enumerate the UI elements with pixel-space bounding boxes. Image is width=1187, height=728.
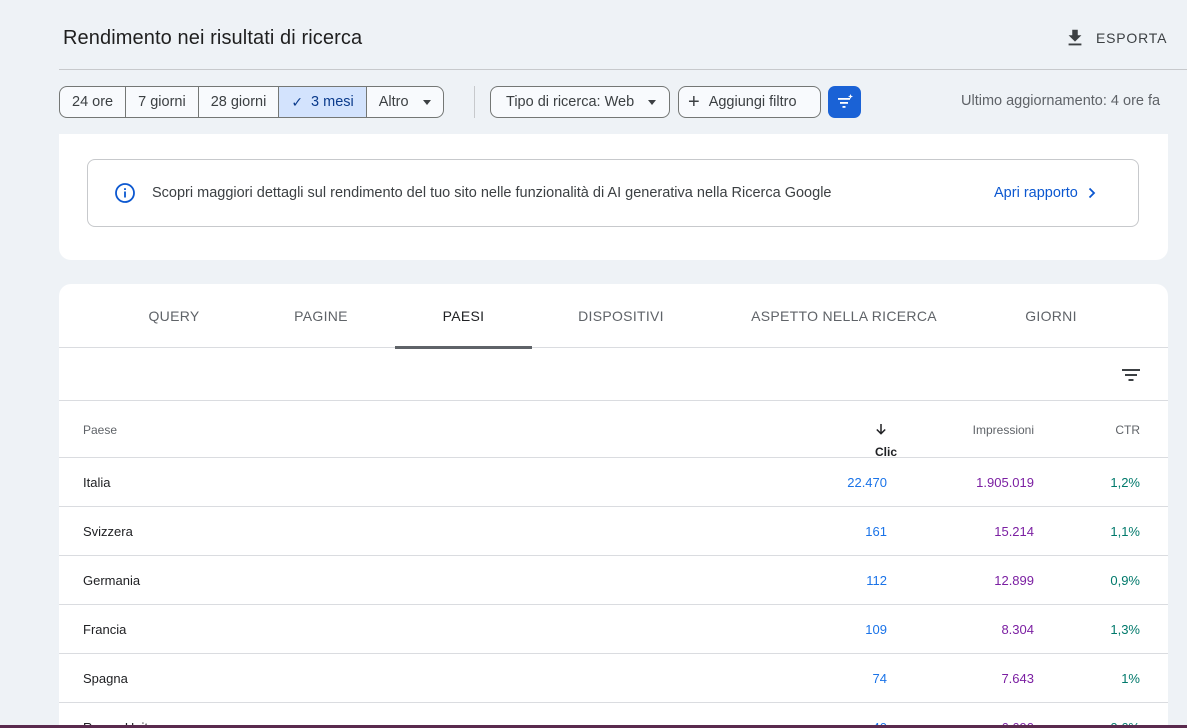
tab-label: GIORNI [1025,308,1077,324]
header-impressions[interactable]: Impressioni [973,423,1034,437]
info-icon [115,183,135,203]
dimensions-card: QUERY PAGINE PAESI DISPOSITIVI ASPETTO N… [59,284,1168,728]
add-filter-label: Aggiungi filtro [708,94,797,110]
banner-text: Scopri maggiori dettagli sul rendimento … [152,185,832,201]
cell-impressions: 15.214 [994,524,1034,539]
tab-label: ASPETTO NELLA RICERCA [751,308,937,324]
cell-clicks: 112 [866,573,887,588]
dropdown-arrow-icon [648,99,657,105]
chevron-right-icon [1088,187,1096,199]
cell-clicks: 22.470 [847,475,887,490]
search-type-dropdown[interactable]: Tipo di ricerca: Web [490,86,670,118]
cell-ctr: 0,9% [1110,573,1140,588]
ai-features-banner: Scopri maggiori dettagli sul rendimento … [87,159,1139,227]
cell-impressions: 8.304 [1001,622,1034,637]
tab-devices[interactable]: DISPOSITIVI [556,284,686,348]
filter-divider [474,86,475,118]
cell-country: Germania [83,573,141,588]
table-row[interactable]: Germania 112 12.899 0,9% [59,556,1168,605]
range-label: Altro [378,94,409,110]
tab-label: PAESI [442,308,485,324]
date-range-selector: 24 ore 7 giorni 28 giorni ✓ 3 mesi Altro [59,86,444,118]
tab-search-appearance[interactable]: ASPETTO NELLA RICERCA [744,284,944,348]
range-label: 28 giorni [210,94,267,110]
header-clicks-label: Clic [875,445,898,459]
cell-country: Spagna [83,671,128,686]
add-filter-button[interactable]: + Aggiungi filtro [678,86,821,118]
tab-pages[interactable]: PAGINE [271,284,371,348]
tab-days[interactable]: GIORNI [1001,284,1101,348]
cell-ctr: 1% [1121,671,1140,686]
search-type-label: Tipo di ricerca: Web [506,94,635,110]
export-label: ESPORTA [1096,30,1168,46]
open-report-label: Apri rapporto [994,185,1078,201]
cell-impressions: 7.643 [1001,671,1034,686]
range-option-3m[interactable]: ✓ 3 mesi [279,87,367,117]
filter-comparison-button[interactable] [828,86,861,118]
range-option-7d[interactable]: 7 giorni [126,87,199,117]
cell-ctr: 1,3% [1110,622,1140,637]
header-ctr[interactable]: CTR [1115,423,1140,437]
table-filter-row [59,348,1168,401]
tab-label: PAGINE [294,308,348,324]
range-label: 7 giorni [138,94,186,110]
plus-icon: + [688,91,700,113]
cell-clicks: 161 [865,524,887,539]
search-console-performance-page: Rendimento nei risultati di ricerca ESPO… [0,0,1187,728]
cell-clicks: 109 [865,622,887,637]
table-row[interactable]: Svizzera 161 15.214 1,1% [59,507,1168,556]
range-label: 24 ore [72,94,114,110]
table-row[interactable]: Spagna 74 7.643 1% [59,654,1168,703]
cell-clicks: 74 [872,671,887,686]
tab-label: DISPOSITIVI [578,308,664,324]
cell-country: Svizzera [83,524,133,539]
cell-impressions: 12.899 [994,573,1034,588]
header-clicks[interactable]: Clic [875,423,897,459]
cell-impressions: 1.905.019 [976,475,1034,490]
check-icon: ✓ [291,93,304,110]
tab-query[interactable]: QUERY [124,284,224,348]
range-option-more[interactable]: Altro [367,87,443,117]
dimension-tabs: QUERY PAGINE PAESI DISPOSITIVI ASPETTO N… [59,284,1168,349]
table-row[interactable]: Francia 109 8.304 1,3% [59,605,1168,654]
export-button[interactable]: ESPORTA [1064,24,1167,52]
page-title: Rendimento nei risultati di ricerca [63,27,363,49]
table-row[interactable]: Italia 22.470 1.905.019 1,2% [59,458,1168,507]
open-report-link[interactable]: Apri rapporto [994,185,1096,201]
download-icon [1068,29,1082,46]
tab-countries[interactable]: PAESI [395,284,532,349]
range-label: 3 mesi [311,94,354,110]
header-country[interactable]: Paese [83,423,117,437]
last-update-text: Ultimo aggiornamento: 4 ore fa [961,93,1161,109]
filter-sparkle-icon [837,94,853,108]
cell-ctr: 1,1% [1110,524,1140,539]
cell-country: Francia [83,622,127,637]
cell-ctr: 1,2% [1110,475,1140,490]
cell-country: Italia [83,475,111,490]
dropdown-arrow-icon [422,99,431,105]
table-header: Paese Clic Impressioni CTR [59,401,1168,459]
tab-label: QUERY [148,308,200,324]
filter-list-icon[interactable] [1119,363,1143,387]
range-option-24h[interactable]: 24 ore [60,87,127,117]
header-divider [59,69,1187,70]
arrow-down-icon [876,424,886,435]
info-card: Scopri maggiori dettagli sul rendimento … [59,134,1168,260]
range-option-28d[interactable]: 28 giorni [199,87,280,117]
